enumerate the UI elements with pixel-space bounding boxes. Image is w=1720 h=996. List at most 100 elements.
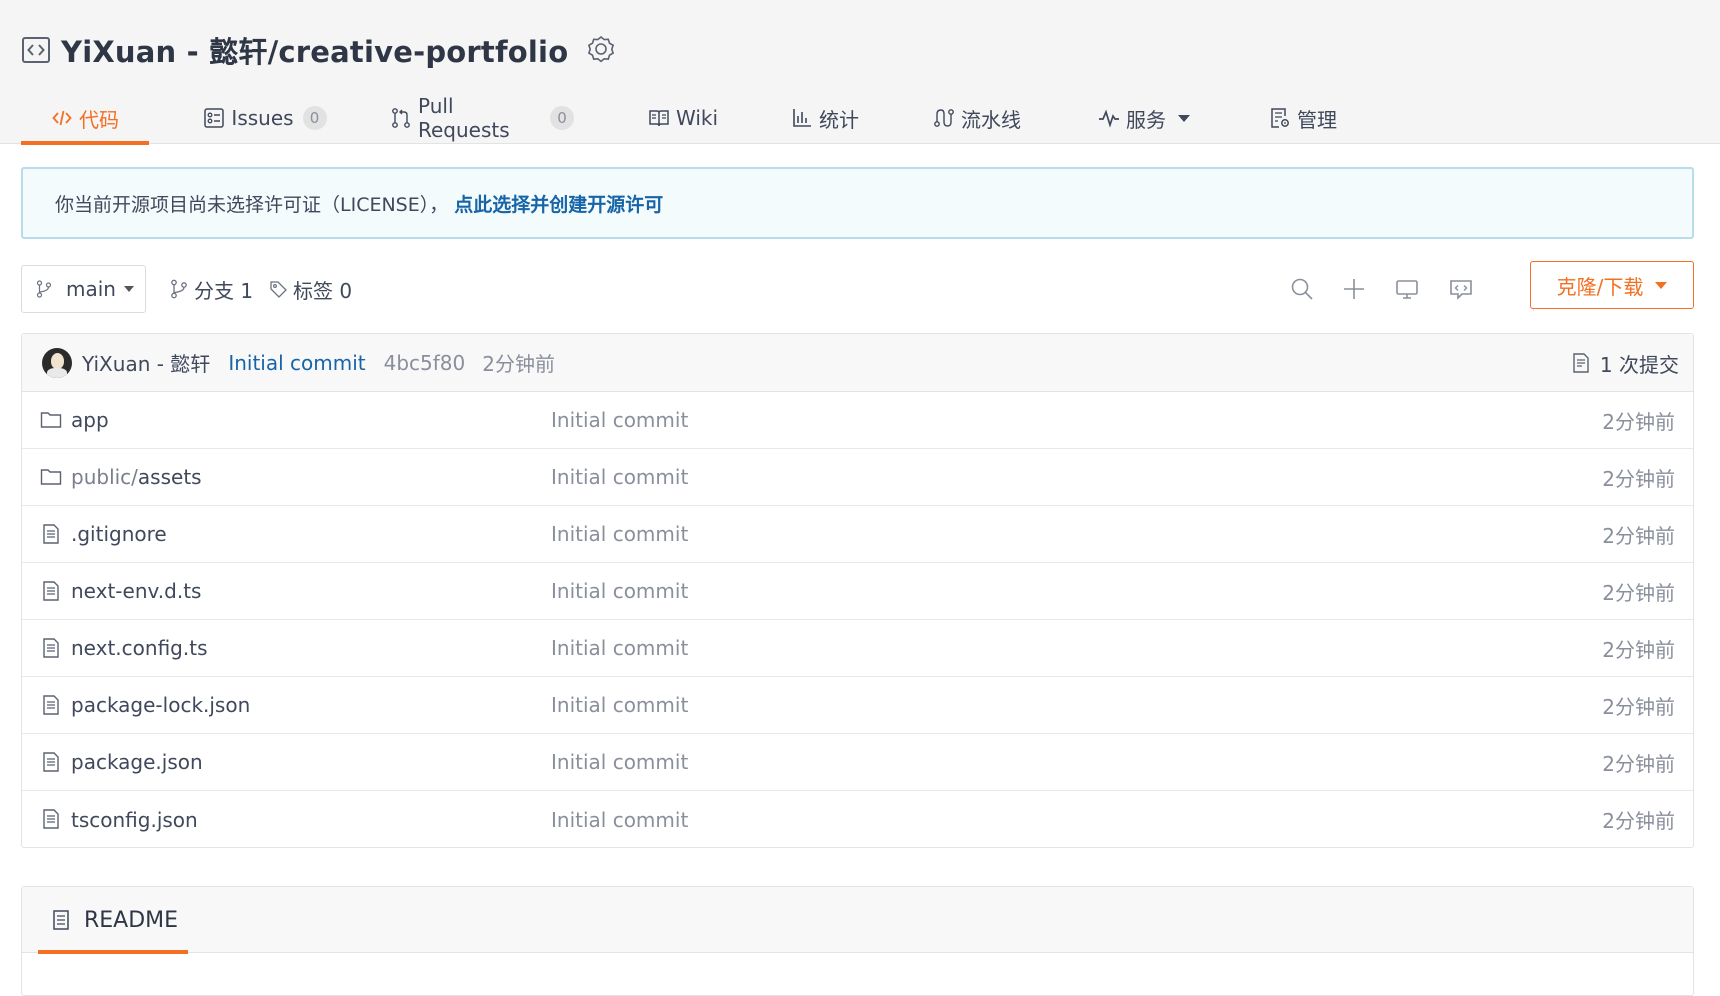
- tab-label: 服务: [1126, 107, 1166, 132]
- file-time: 2分钟前: [1602, 637, 1675, 662]
- file-row[interactable]: tsconfig.json Initial commit 2分钟前: [22, 791, 1693, 848]
- chevron-down-icon: [1655, 281, 1668, 289]
- award-badge-icon[interactable]: [586, 35, 616, 65]
- file-row[interactable]: .gitignore Initial commit 2分钟前: [22, 506, 1693, 563]
- repo-header: YiXuan - 懿轩/creative-portfolio 代码 Issues…: [0, 0, 1720, 145]
- tab-label: Pull Requests: [418, 94, 510, 142]
- repo-tabs: 代码 Issues 0 Pull Requests 0 Wiki 统计 流水线 …: [21, 92, 1351, 145]
- monitor-icon[interactable]: [1393, 275, 1421, 303]
- bar-chart-icon: [791, 107, 813, 129]
- tags-label: 标签 0: [293, 278, 353, 303]
- commit-sha[interactable]: 4bc5f80: [384, 351, 466, 375]
- readme-header: README: [22, 887, 1693, 954]
- tag-icon: [269, 279, 287, 299]
- license-notice: 你当前开源项目尚未选择许可证（LICENSE）， 点此选择并创建开源许可: [21, 167, 1694, 239]
- tab-manage[interactable]: 管理: [1255, 92, 1351, 144]
- folder-icon: [40, 466, 62, 488]
- branch-select[interactable]: main: [21, 265, 146, 313]
- file-icon: [40, 694, 62, 716]
- tab-pipeline[interactable]: 流水线: [919, 92, 1035, 144]
- file-icon: [40, 580, 62, 602]
- file-row[interactable]: package-lock.json Initial commit 2分钟前: [22, 677, 1693, 734]
- commit-message[interactable]: Initial commit: [228, 351, 365, 375]
- code-comment-icon[interactable]: [1447, 275, 1475, 303]
- file-name[interactable]: package-lock.json: [71, 693, 250, 717]
- tags-link[interactable]: 标签 0: [269, 265, 352, 313]
- file-name[interactable]: tsconfig.json: [71, 808, 198, 832]
- file-row[interactable]: public/assets Initial commit 2分钟前: [22, 449, 1693, 506]
- file-row[interactable]: package.json Initial commit 2分钟前: [22, 734, 1693, 791]
- latest-commit-bar: YiXuan - 懿轩 Initial commit 4bc5f80 2分钟前 …: [22, 334, 1693, 392]
- repo-title[interactable]: YiXuan - 懿轩/creative-portfolio: [61, 29, 568, 71]
- tab-label: 统计: [819, 107, 859, 132]
- settings-doc-icon: [1269, 107, 1291, 129]
- file-name[interactable]: next-env.d.ts: [71, 579, 201, 603]
- file-time: 2分钟前: [1602, 409, 1675, 434]
- tab-wiki[interactable]: Wiki: [635, 92, 731, 144]
- commits-count-link[interactable]: 1 次提交: [1570, 334, 1679, 392]
- avatar[interactable]: [42, 347, 72, 378]
- file-name[interactable]: next.config.ts: [71, 636, 207, 660]
- code-icon: [51, 107, 73, 129]
- pulse-icon: [1098, 107, 1120, 129]
- book-icon: [648, 107, 670, 129]
- pull-request-icon: [390, 107, 412, 129]
- file-icon: [40, 808, 62, 830]
- tab-issues[interactable]: Issues 0: [178, 92, 352, 144]
- license-notice-text: 你当前开源项目尚未选择许可证（LICENSE），: [55, 193, 449, 216]
- file-name[interactable]: public/assets: [71, 465, 202, 489]
- clone-download-button[interactable]: 克隆/下载: [1530, 261, 1694, 309]
- branches-label: 分支 1: [194, 278, 254, 303]
- tab-label: 代码: [79, 107, 119, 132]
- pipeline-icon: [933, 107, 955, 129]
- branch-icon: [36, 280, 52, 298]
- file-commit-message[interactable]: Initial commit: [551, 750, 688, 774]
- tab-label: Wiki: [675, 106, 719, 130]
- pr-count-badge: 0: [550, 106, 574, 130]
- file-row[interactable]: next.config.ts Initial commit 2分钟前: [22, 620, 1693, 677]
- file-icon: [40, 523, 62, 545]
- tab-stats[interactable]: 统计: [777, 92, 873, 144]
- file-name[interactable]: app: [71, 408, 109, 432]
- tab-readme[interactable]: README: [38, 887, 188, 954]
- file-row[interactable]: app Initial commit 2分钟前: [22, 392, 1693, 449]
- commit-list-icon: [1570, 352, 1592, 374]
- document-icon: [50, 909, 72, 931]
- file-commit-message[interactable]: Initial commit: [551, 636, 688, 660]
- file-commit-message[interactable]: Initial commit: [551, 579, 688, 603]
- tab-services[interactable]: 服务: [1081, 92, 1207, 144]
- chevron-down-icon: [123, 286, 134, 292]
- plus-icon[interactable]: [1340, 275, 1368, 303]
- repo-title-row: YiXuan - 懿轩/creative-portfolio: [21, 30, 616, 70]
- file-time: 2分钟前: [1602, 751, 1675, 776]
- file-time: 2分钟前: [1602, 523, 1675, 548]
- branch-icon: [170, 279, 188, 299]
- file-name[interactable]: .gitignore: [71, 522, 167, 546]
- folder-icon: [40, 409, 62, 431]
- branch-name: main: [66, 277, 116, 301]
- create-license-link[interactable]: 点此选择并创建开源许可: [454, 190, 663, 217]
- file-path-leaf: assets: [137, 465, 202, 489]
- file-commit-message[interactable]: Initial commit: [551, 465, 688, 489]
- tab-pull-requests[interactable]: Pull Requests 0: [390, 92, 574, 144]
- file-commit-message[interactable]: Initial commit: [551, 693, 688, 717]
- file-icon: [40, 751, 62, 773]
- tab-label: Issues: [231, 106, 294, 130]
- tab-label: 流水线: [961, 107, 1021, 132]
- issues-icon: [203, 107, 225, 129]
- file-time: 2分钟前: [1602, 694, 1675, 719]
- branches-link[interactable]: 分支 1: [170, 265, 253, 313]
- repo-toolbar: main 分支 1 标签 0 克隆/下载: [21, 261, 1694, 313]
- file-commit-message[interactable]: Initial commit: [551, 522, 688, 546]
- readme-label: README: [84, 907, 179, 933]
- clone-download-label: 克隆/下载: [1556, 274, 1644, 299]
- file-icon: [40, 637, 62, 659]
- file-commit-message[interactable]: Initial commit: [551, 408, 688, 432]
- chevron-down-icon: [1178, 114, 1190, 122]
- search-icon[interactable]: [1288, 275, 1316, 303]
- tab-code[interactable]: 代码: [21, 92, 149, 145]
- file-name[interactable]: package.json: [71, 750, 203, 774]
- file-commit-message[interactable]: Initial commit: [551, 808, 688, 832]
- commit-author[interactable]: YiXuan - 懿轩: [82, 348, 210, 377]
- file-row[interactable]: next-env.d.ts Initial commit 2分钟前: [22, 563, 1693, 620]
